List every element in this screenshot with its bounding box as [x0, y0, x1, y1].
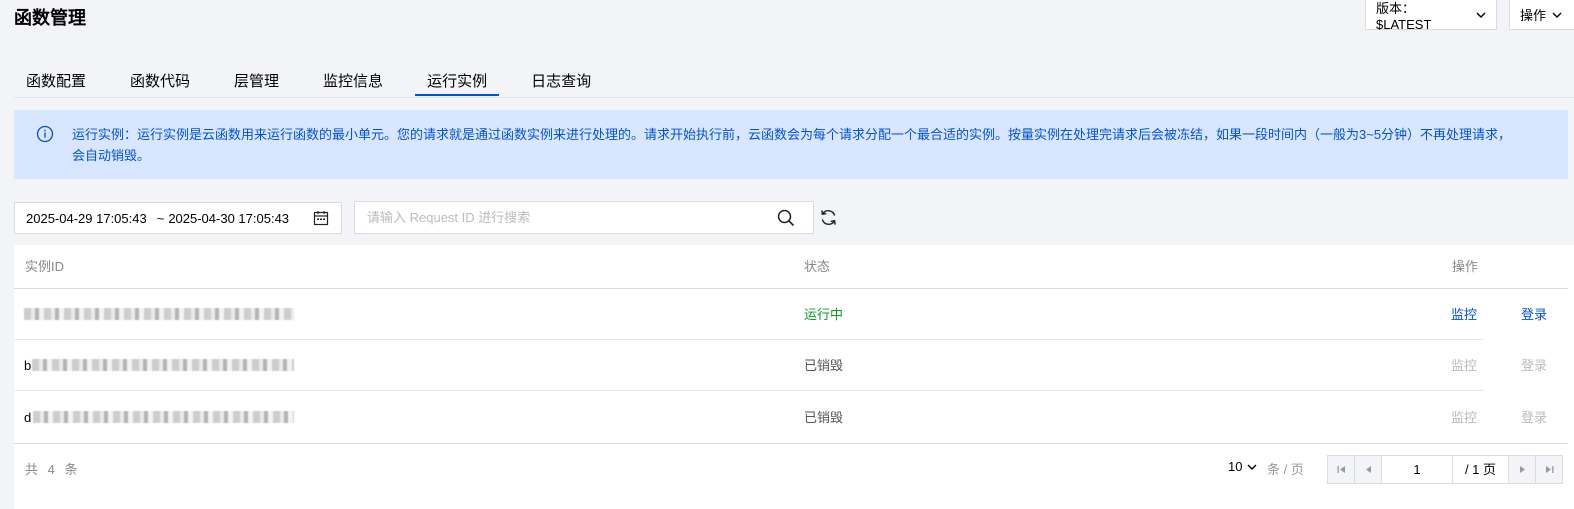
next-page-icon [1519, 466, 1525, 473]
date-start: 2025-04-29 17:05:43 [26, 210, 147, 226]
monitor-link-disabled: 监控 [1451, 358, 1478, 373]
page: 函数管理 版本：$LATEST 操作 函数配置 函数代码 层管理 监控信息 运行… [0, 0, 1574, 509]
tab-function-config[interactable]: 函数配置 [14, 62, 98, 96]
instance-id-prefix: d [24, 410, 32, 425]
operations-menu-button[interactable]: 操作 [1509, 0, 1574, 30]
first-page-button[interactable] [1328, 456, 1355, 483]
table-row: 运行中 监控 登录 [14, 289, 1568, 340]
chevron-down-icon [1247, 464, 1257, 470]
redacted-instance-id [24, 308, 294, 320]
redacted-instance-id [32, 359, 294, 371]
status-text: 运行中 [804, 307, 844, 322]
login-link[interactable]: 登录 [1521, 289, 1547, 340]
tab-log-query[interactable]: 日志查询 [519, 62, 603, 96]
column-header-status: 状态 [804, 259, 831, 274]
page-size-value: 10 [1228, 459, 1243, 474]
refresh-icon[interactable] [819, 208, 838, 227]
column-header-actions: 操作 [1452, 259, 1479, 274]
info-banner-text: 运行实例：运行实例是云函数用来运行函数的最小单元。您的请求就是通过函数实例来进行… [72, 127, 1512, 163]
status-text: 已销毁 [804, 358, 844, 373]
page-size-select[interactable]: 10 [1228, 459, 1257, 474]
operations-label: 操作 [1520, 8, 1547, 23]
version-label: 版本：$LATEST [1376, 0, 1432, 32]
request-id-search [354, 201, 814, 234]
version-select[interactable]: 版本：$LATEST [1365, 0, 1497, 32]
tab-monitoring-info[interactable]: 监控信息 [311, 62, 395, 96]
chevron-down-icon [1476, 12, 1486, 18]
per-page-label: 条 / 页 [1267, 462, 1304, 477]
prev-page-icon [1365, 466, 1371, 473]
table-row: d 已销毁 监控 登录 [14, 392, 1568, 443]
page-number-input[interactable] [1382, 456, 1453, 483]
date-separator: ~ [156, 210, 165, 226]
tab-running-instances[interactable]: 运行实例 [415, 62, 500, 96]
status-text: 已销毁 [804, 410, 844, 425]
login-link-disabled: 登录 [1521, 358, 1548, 373]
pager: / 1 页 [1327, 455, 1563, 484]
function-tabs: 函数配置 函数代码 层管理 监控信息 运行实例 日志查询 [14, 62, 1574, 98]
redacted-instance-id [33, 411, 294, 423]
date-range-picker[interactable]: 2025-04-29 17:05:43 ~ 2025-04-30 17:05:4… [14, 202, 342, 234]
search-icon[interactable] [777, 209, 795, 227]
instance-id-prefix: b [24, 358, 32, 373]
total-pages: / 1 页 [1453, 456, 1509, 483]
chevron-down-icon [1552, 12, 1562, 18]
footer-divider [14, 443, 1568, 444]
tab-function-code[interactable]: 函数代码 [118, 62, 202, 96]
total-count: 共 4 条 [25, 462, 81, 477]
prev-page-button[interactable] [1355, 456, 1382, 483]
info-banner: 运行实例：运行实例是云函数用来运行函数的最小单元。您的请求就是通过函数实例来进行… [14, 110, 1568, 179]
table-row: b 已销毁 监控 登录 [14, 340, 1568, 391]
next-page-button[interactable] [1509, 456, 1536, 483]
column-header-instance-id: 实例ID [25, 259, 65, 274]
info-icon [36, 125, 54, 143]
last-page-icon [1545, 466, 1553, 473]
tab-layer-management[interactable]: 层管理 [222, 62, 291, 96]
last-page-button[interactable] [1536, 456, 1562, 483]
search-input[interactable] [355, 202, 777, 233]
monitor-link-disabled: 监控 [1451, 410, 1478, 425]
instances-table: 实例ID 状态 操作 运行中 监控 登录 b 已销毁 监控 登录 d 已销毁 监… [14, 245, 1574, 509]
date-end: 2025-04-30 17:05:43 [168, 210, 290, 226]
page-title: 函数管理 [14, 8, 86, 28]
row-divider [14, 390, 1484, 391]
calendar-icon [313, 211, 329, 226]
login-link-disabled: 登录 [1521, 410, 1548, 425]
first-page-icon [1337, 466, 1345, 473]
monitor-link[interactable]: 监控 [1451, 289, 1477, 340]
